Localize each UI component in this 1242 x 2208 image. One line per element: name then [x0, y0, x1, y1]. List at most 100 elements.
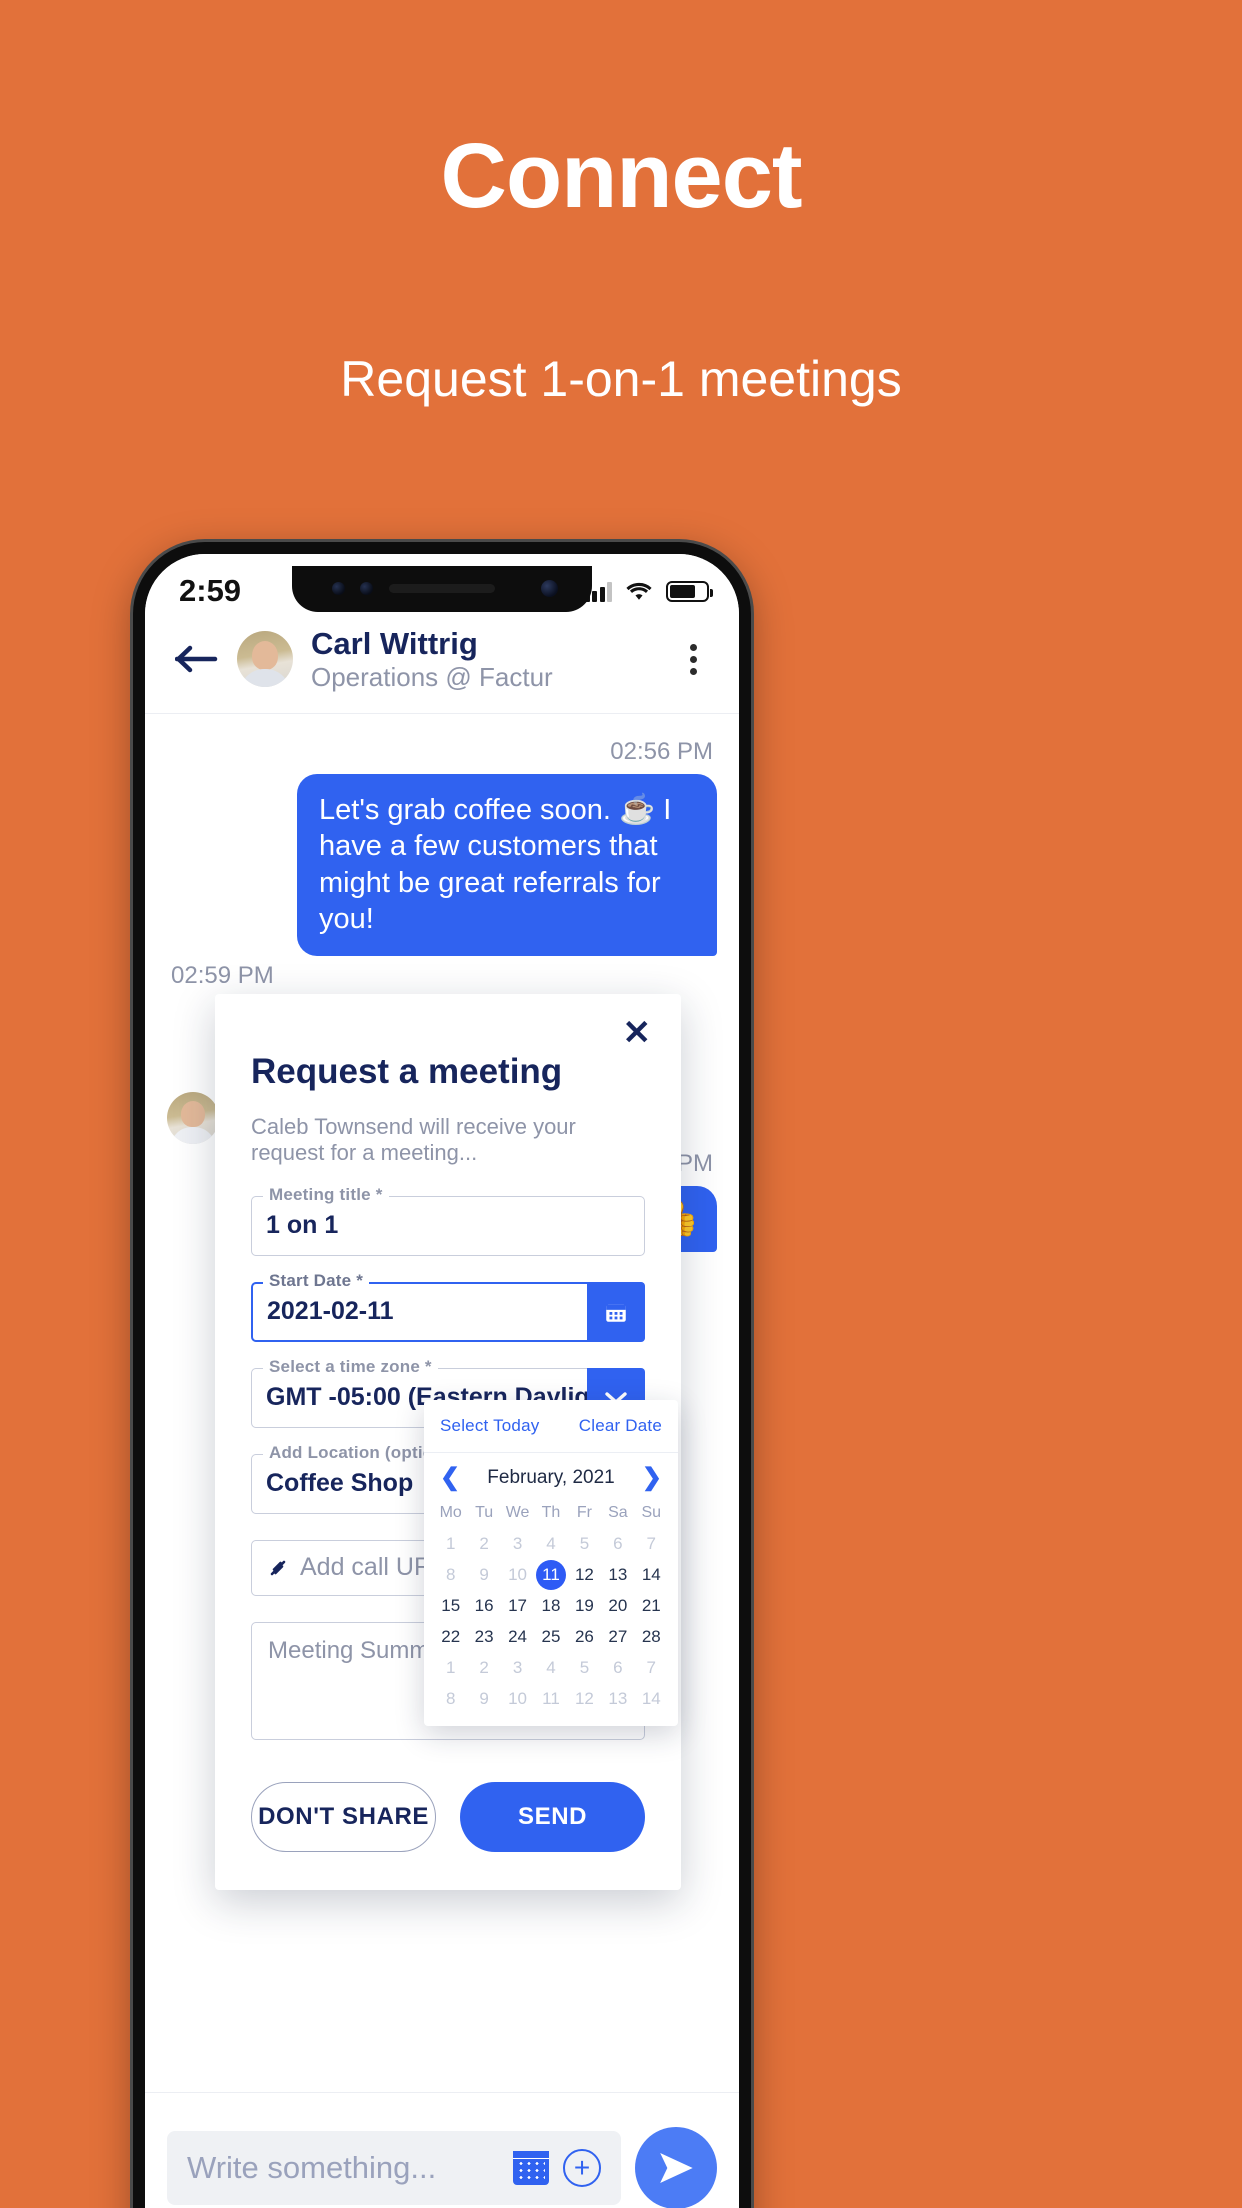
calendar-icon[interactable] — [587, 1281, 645, 1342]
date-picker-grid: Mo Tu We Th Fr Sa Su 1 2 3 4 5 6 7 8 9 10 11 12 13 14 15 16 17 1… — [424, 1498, 678, 1714]
calendar-day-cell[interactable]: 8 — [434, 1683, 467, 1714]
phone-notch — [292, 566, 592, 612]
calendar-day-cell[interactable]: 6 — [601, 1528, 634, 1559]
calendar-day-cell[interactable]: 11 — [534, 1683, 567, 1714]
calendar-day-cell[interactable]: 6 — [601, 1652, 634, 1683]
chevron-left-icon[interactable]: ❮ — [440, 1466, 460, 1490]
calendar-day-cell[interactable]: 25 — [534, 1621, 567, 1652]
meeting-title-field[interactable]: Meeting title * 1 on 1 — [251, 1184, 645, 1256]
back-arrow-icon[interactable] — [175, 642, 219, 676]
calendar-day-cell[interactable]: 20 — [601, 1590, 634, 1621]
start-date-field[interactable]: Start Date * 2021-02-11 — [251, 1270, 645, 1342]
message-input[interactable]: Write something... — [187, 2150, 499, 2186]
meeting-title-label: Meeting title * — [263, 1184, 389, 1205]
avatar[interactable] — [237, 631, 293, 688]
start-date-label: Start Date * — [263, 1270, 370, 1291]
calendar-day-cell[interactable]: 15 — [434, 1590, 467, 1621]
calendar-day-cell[interactable]: 13 — [601, 1559, 634, 1590]
clear-date-button[interactable]: Clear Date — [579, 1416, 662, 1436]
modal-subtitle: Caleb Townsend will receive your request… — [251, 1113, 576, 1165]
message-row: Let's grab coffee soon. ☕ I have a few c… — [167, 773, 717, 956]
calendar-day-cell[interactable]: 14 — [635, 1559, 668, 1590]
calendar-day-cell[interactable]: 9 — [467, 1683, 500, 1714]
dont-share-button[interactable]: DON'T SHARE — [251, 1781, 437, 1852]
calendar-day-cell[interactable]: 2 — [467, 1528, 500, 1559]
calendar-day-cell[interactable]: 1 — [434, 1528, 467, 1559]
day-of-week-label: Th — [541, 1504, 561, 1521]
calendar-day-cell[interactable]: 5 — [568, 1528, 601, 1559]
calendar-day-cell[interactable]: 23 — [467, 1621, 500, 1652]
link-icon — [270, 1560, 286, 1576]
calendar-day-cell[interactable]: 13 — [601, 1683, 634, 1714]
calendar-day-cell[interactable]: 4 — [534, 1652, 567, 1683]
calendar-day-cell[interactable]: 12 — [568, 1683, 601, 1714]
calendar-day-cell[interactable]: 22 — [434, 1621, 467, 1652]
select-today-button[interactable]: Select Today — [440, 1416, 539, 1436]
calendar-day-cell[interactable]: 3 — [501, 1652, 534, 1683]
message-timestamp: 02:59 PM — [171, 961, 274, 989]
message-timestamp: 02:56 PM — [610, 737, 713, 765]
calendar-icon[interactable] — [513, 2150, 549, 2185]
calendar-day-cell[interactable]: 7 — [635, 1652, 668, 1683]
calendar-day-cell[interactable]: 2 — [467, 1652, 500, 1683]
time-zone-label: Select a time zone * — [263, 1356, 438, 1377]
ambient-sensor-icon — [360, 582, 373, 595]
date-picker-month-label: February, 2021 — [487, 1467, 615, 1488]
calendar-day-cell[interactable]: 27 — [601, 1621, 634, 1652]
calendar-day-cell[interactable]: 19 — [568, 1590, 601, 1621]
message-input-wrapper[interactable]: Write something... + — [167, 2130, 621, 2205]
calendar-day-cell[interactable]: 17 — [501, 1590, 534, 1621]
date-picker-popover: Select Today Clear Date ❮ February, 2021… — [424, 1400, 678, 1726]
modal-title: Request a meeting — [251, 1051, 563, 1091]
phone-screen: 2:59 Carl Wittrig Operations @ Factur 02… — [145, 554, 739, 2208]
message-composer: Write something... + — [145, 2092, 739, 2208]
calendar-day-cell[interactable]: 9 — [467, 1559, 500, 1590]
calendar-day-cell[interactable]: 1 — [434, 1652, 467, 1683]
calendar-day-cell[interactable]: 8 — [434, 1559, 467, 1590]
meeting-title-input[interactable]: 1 on 1 — [266, 1211, 338, 1240]
calendar-day-cell[interactable]: 7 — [635, 1528, 668, 1559]
calendar-day-cell[interactable]: 10 — [501, 1559, 534, 1590]
day-of-week-label: We — [505, 1504, 530, 1521]
calendar-day-cell[interactable]: 21 — [635, 1590, 668, 1621]
message-bubble-outgoing: Let's grab coffee soon. ☕ I have a few c… — [297, 773, 717, 956]
location-input[interactable]: Coffee Shop — [266, 1469, 413, 1498]
page-subtitle: Request 1-on-1 meetings — [340, 351, 902, 407]
date-picker-actions: Select Today Clear Date — [424, 1400, 678, 1453]
send-icon[interactable] — [635, 2126, 717, 2208]
battery-icon — [666, 580, 713, 602]
send-button[interactable]: SEND — [460, 1781, 645, 1852]
status-indicators — [584, 580, 713, 602]
wifi-icon — [626, 582, 652, 600]
calendar-day-cell[interactable]: 18 — [534, 1590, 567, 1621]
calendar-day-cell[interactable]: 12 — [568, 1559, 601, 1590]
chat-contact-info: Carl Wittrig Operations @ Factur — [311, 626, 655, 693]
chat-header: Carl Wittrig Operations @ Factur — [145, 612, 739, 714]
contact-role: Operations @ Factur — [311, 661, 553, 692]
calendar-day-cell[interactable]: 24 — [501, 1621, 534, 1652]
calendar-day-cell[interactable]: 4 — [534, 1528, 567, 1559]
calendar-day-cell[interactable]: 10 — [501, 1683, 534, 1714]
calendar-day-cell[interactable]: 16 — [467, 1590, 500, 1621]
calendar-day-cell[interactable]: 5 — [568, 1652, 601, 1683]
contact-name: Carl Wittrig — [311, 626, 478, 661]
calendar-day-cell[interactable]: 14 — [635, 1683, 668, 1714]
modal-actions: DON'T SHARE SEND — [251, 1781, 645, 1852]
calendar-day-cell[interactable]: 3 — [501, 1528, 534, 1559]
calendar-day-cell[interactable]: 26 — [568, 1621, 601, 1652]
proximity-sensor-icon — [332, 582, 345, 595]
start-date-input[interactable]: 2021-02-11 — [267, 1297, 394, 1326]
day-of-week-label: Su — [641, 1504, 662, 1521]
day-of-week-label: Fr — [576, 1504, 592, 1521]
day-of-week-label: Tu — [475, 1504, 494, 1521]
calendar-day-cell[interactable]: 28 — [635, 1621, 668, 1652]
close-icon[interactable]: ✕ — [623, 1016, 652, 1050]
kebab-menu-icon[interactable] — [673, 643, 713, 675]
avatar — [167, 1091, 219, 1144]
day-of-week-label: Mo — [439, 1504, 462, 1521]
plus-circle-icon[interactable]: + — [563, 2148, 601, 2187]
calendar-day-cell[interactable]: 11 — [534, 1559, 567, 1590]
status-time: 2:59 — [179, 573, 242, 608]
front-camera-icon — [541, 580, 558, 597]
chevron-right-icon[interactable]: ❯ — [642, 1466, 662, 1490]
